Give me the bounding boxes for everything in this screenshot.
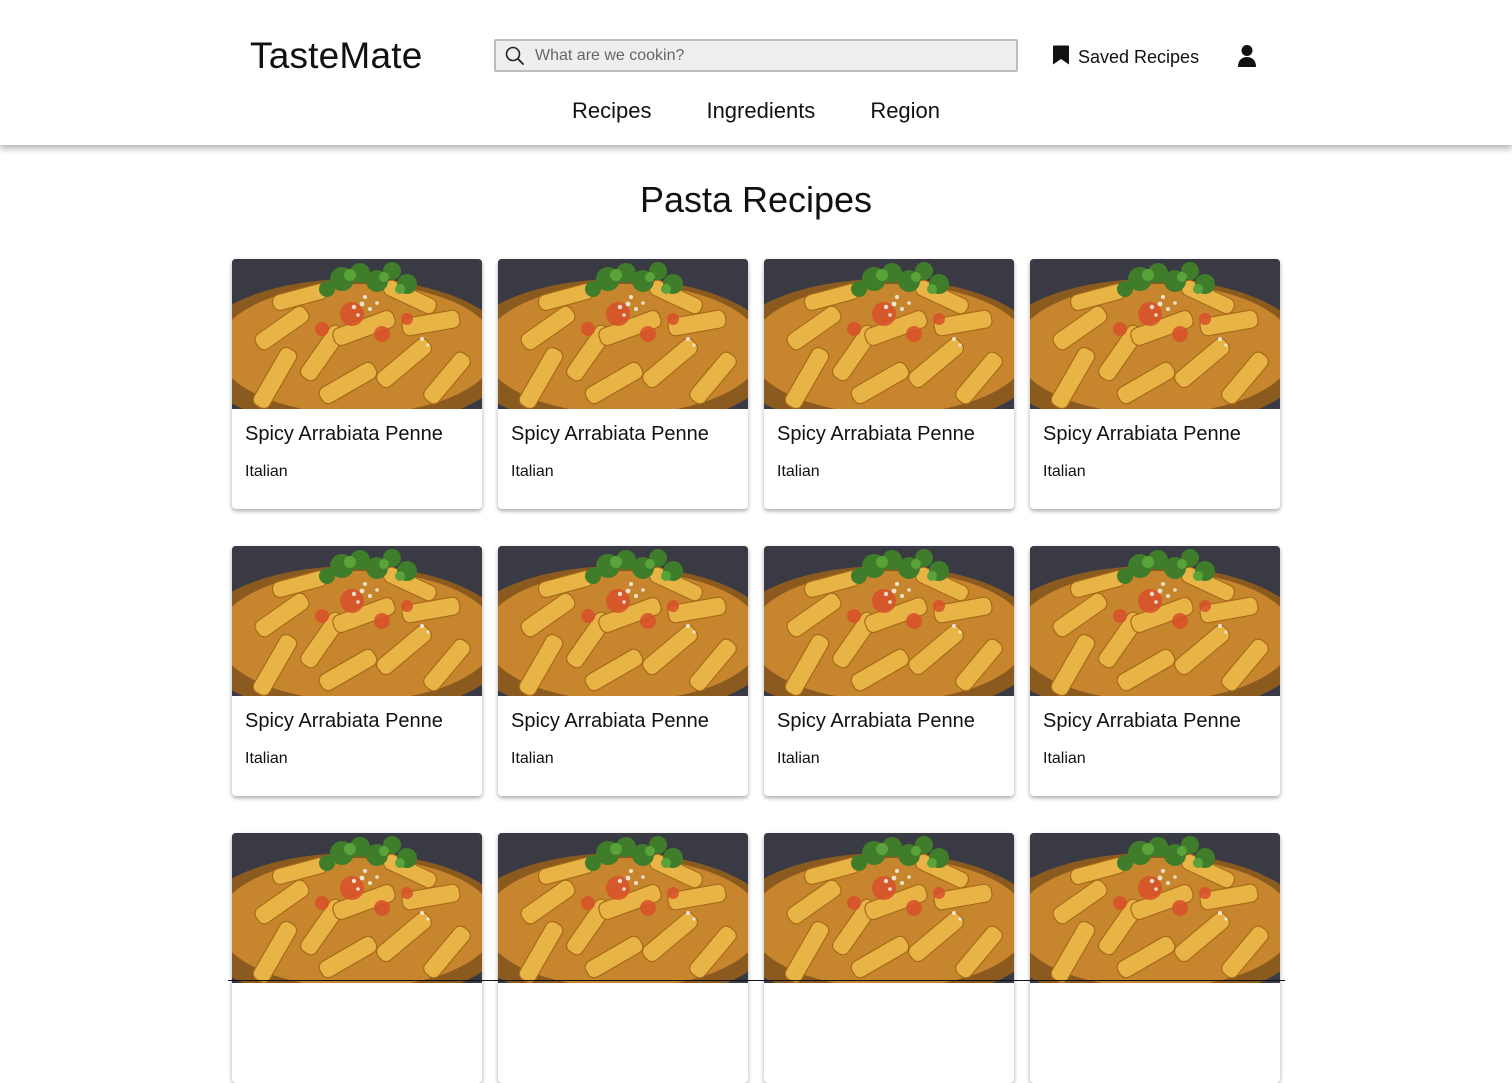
recipe-cuisine: Italian [245,750,288,767]
recipe-card[interactable]: Spicy Arrabiata Penne Italian [498,546,748,796]
bookmark-icon [1052,44,1070,71]
recipe-image [232,546,482,696]
recipe-image [1030,546,1280,696]
recipe-card[interactable] [1030,833,1280,1083]
recipe-image [232,259,482,409]
recipe-card[interactable] [764,833,1014,1083]
recipe-cuisine: Italian [511,463,554,480]
logo[interactable]: TasteMate [250,34,423,78]
recipe-card[interactable]: Spicy Arrabiata Penne Italian [232,259,482,509]
recipe-cuisine: Italian [1043,750,1086,767]
recipe-cuisine: Italian [777,750,820,767]
recipe-cuisine: Italian [245,463,288,480]
recipe-cuisine: Italian [1043,463,1086,480]
recipe-cuisine: Italian [511,750,554,767]
recipe-card[interactable]: Spicy Arrabiata Penne Italian [232,546,482,796]
search-bar[interactable] [494,39,1018,72]
search-input[interactable] [535,46,995,65]
user-icon[interactable] [1236,44,1258,68]
recipe-image [232,833,482,983]
recipe-card[interactable]: Spicy Arrabiata Penne Italian [1030,259,1280,509]
recipe-image [498,546,748,696]
recipe-image [764,833,1014,983]
recipe-cuisine: Italian [777,463,820,480]
main-nav: Recipes Ingredients Region [0,96,1512,126]
recipe-title: Spicy Arrabiata Penne [1043,710,1241,732]
recipe-title: Spicy Arrabiata Penne [511,423,709,445]
nav-item-ingredients[interactable]: Ingredients [706,96,815,126]
saved-recipes-label: Saved Recipes [1078,46,1200,67]
site-header: TasteMate Saved Recipes Recipes Ingredie… [0,0,1512,145]
recipe-card[interactable]: Spicy Arrabiata Penne Italian [1030,546,1280,796]
recipe-title: Spicy Arrabiata Penne [245,423,443,445]
recipe-card[interactable]: Spicy Arrabiata Penne Italian [498,259,748,509]
nav-item-region[interactable]: Region [870,96,940,126]
page-title: Pasta Recipes [639,179,873,220]
search-icon[interactable] [505,46,525,66]
recipe-card[interactable]: Spicy Arrabiata Penne Italian [764,259,1014,509]
recipe-image [1030,833,1280,983]
recipe-image [498,833,748,983]
recipe-card[interactable] [498,833,748,1083]
recipe-image [498,259,748,409]
recipe-title: Spicy Arrabiata Penne [777,710,975,732]
bottom-divider [228,980,1285,981]
recipe-image [764,259,1014,409]
recipe-title: Spicy Arrabiata Penne [1043,423,1241,445]
recipe-title: Spicy Arrabiata Penne [777,423,975,445]
saved-recipes-link[interactable]: Saved Recipes [1052,45,1199,69]
recipe-image [764,546,1014,696]
recipe-card[interactable]: Spicy Arrabiata Penne Italian [764,546,1014,796]
nav-item-recipes[interactable]: Recipes [572,96,651,126]
recipe-title: Spicy Arrabiata Penne [511,710,709,732]
recipe-title: Spicy Arrabiata Penne [245,710,443,732]
recipe-card[interactable] [232,833,482,1083]
recipe-image [1030,259,1280,409]
